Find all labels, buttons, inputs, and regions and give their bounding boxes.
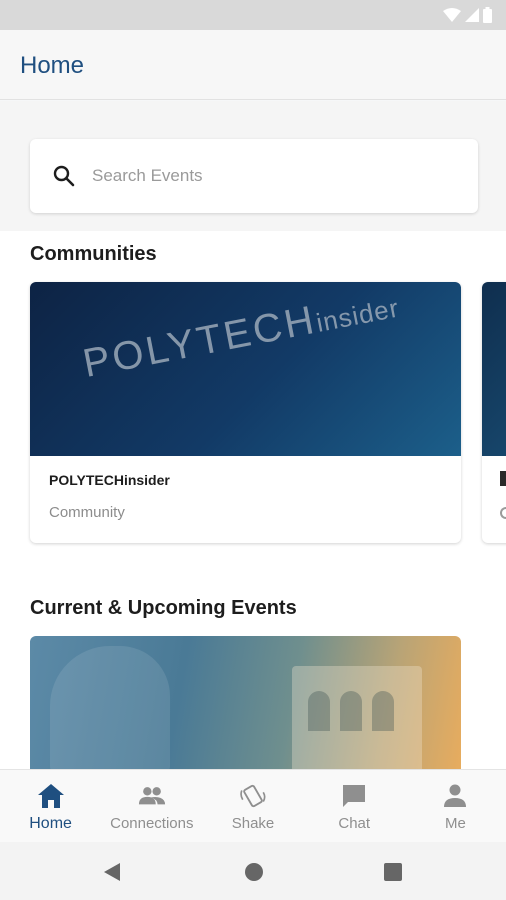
search-section — [0, 101, 506, 231]
page-title: Home — [20, 52, 85, 79]
nav-item-chat[interactable]: Chat — [304, 770, 405, 842]
search-icon — [52, 164, 76, 193]
community-title: POLYTECHinsider — [49, 472, 170, 488]
recents-square-icon[interactable] — [382, 861, 404, 883]
community-logo-text: POLYTECHinsider — [79, 282, 402, 387]
nav-label-chat: Chat — [338, 815, 371, 832]
search-box[interactable] — [30, 139, 478, 213]
community-type: Community — [49, 504, 125, 521]
communities-heading: Communities — [30, 243, 157, 265]
event-card[interactable] — [30, 636, 461, 769]
person-icon — [441, 782, 469, 810]
back-icon[interactable] — [101, 861, 123, 883]
people-icon — [138, 782, 166, 810]
nav-label-me: Me — [444, 815, 466, 832]
home-circle-icon[interactable] — [243, 861, 265, 883]
nav-label-shake: Shake — [231, 815, 275, 832]
events-heading: Current & Upcoming Events — [30, 597, 297, 619]
community-logo-suffix: insider — [313, 292, 402, 338]
community-title-next — [500, 471, 506, 486]
wifi-icon — [443, 8, 461, 22]
signal-icon — [465, 8, 479, 22]
event-image-arch — [340, 691, 362, 731]
system-nav-bar — [0, 842, 506, 900]
community-image: POLYTECHinsider — [30, 282, 461, 456]
nav-item-home[interactable]: Home — [0, 770, 101, 842]
search-input[interactable] — [92, 161, 452, 191]
battery-icon — [483, 7, 492, 23]
status-bar — [0, 0, 506, 30]
status-icons — [443, 6, 492, 24]
community-logo-main: POLYTECH — [79, 297, 321, 387]
shake-phone-icon — [239, 782, 267, 810]
nav-label-connections: Connections — [110, 815, 194, 832]
bottom-nav: Home Connections Shake Chat Me — [0, 769, 506, 842]
main-content: Communities POLYTECHinsider POLYTECHinsi… — [0, 231, 506, 769]
nav-item-connections[interactable]: Connections — [101, 770, 202, 842]
app-bar: Home — [0, 30, 506, 100]
nav-label-home: Home — [29, 815, 72, 832]
community-type-next — [500, 507, 506, 519]
nav-item-me[interactable]: Me — [405, 770, 506, 842]
community-card-next[interactable] — [482, 282, 506, 543]
community-card[interactable]: POLYTECHinsider POLYTECHinsider Communit… — [30, 282, 461, 543]
event-image-arch — [308, 691, 330, 731]
community-image-next — [482, 282, 506, 456]
home-icon — [37, 782, 65, 810]
event-image-arch — [372, 691, 394, 731]
event-image-statue — [50, 646, 170, 769]
nav-item-shake[interactable]: Shake — [202, 770, 303, 842]
chat-bubble-icon — [340, 782, 368, 810]
